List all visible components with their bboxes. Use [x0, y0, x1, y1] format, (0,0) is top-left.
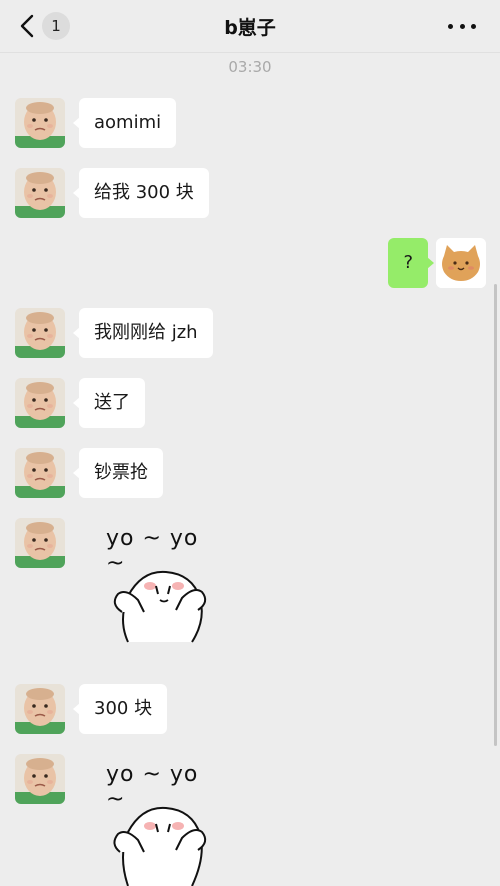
contact-avatar[interactable]: [15, 98, 65, 148]
message-bubble[interactable]: 300 块: [72, 684, 168, 734]
baby-photo-avatar: [15, 518, 65, 568]
scrollbar[interactable]: [494, 284, 497, 746]
more-dot: [448, 23, 453, 29]
message-bubble[interactable]: 钞票抢: [73, 448, 163, 498]
message-bubble[interactable]: 送了: [73, 378, 145, 428]
sticker-message[interactable]: yo ~ yo ~: [100, 522, 220, 650]
message-bubble[interactable]: 给我 300 块: [73, 168, 209, 218]
contact-avatar[interactable]: [15, 754, 65, 804]
message-bubble-outgoing[interactable]: ?: [388, 238, 434, 288]
nav-bar: 1 b崽子: [0, 0, 500, 53]
baby-photo-avatar: [15, 308, 65, 358]
more-dot: [459, 23, 465, 29]
contact-avatar[interactable]: [15, 308, 65, 358]
chat-title: b崽子: [224, 17, 276, 39]
message-bubble[interactable]: aomimi: [72, 98, 177, 148]
message-timestamp: 03:30: [228, 58, 272, 76]
baby-photo-avatar: [15, 448, 65, 498]
more-dot: [471, 23, 476, 29]
contact-avatar[interactable]: [15, 518, 65, 568]
baby-photo-avatar: [15, 98, 65, 148]
contact-avatar[interactable]: [15, 168, 65, 218]
contact-avatar[interactable]: [15, 448, 65, 498]
contact-avatar[interactable]: [15, 684, 65, 734]
baby-photo-avatar: [15, 754, 65, 804]
blushing-bun-character: [113, 570, 207, 643]
more-options-button[interactable]: [448, 18, 476, 34]
baby-photo-avatar: [15, 378, 65, 428]
message-bubble[interactable]: 我刚刚给 jzh: [73, 308, 213, 358]
baby-photo-avatar: [15, 168, 65, 218]
cat-bun-avatar: [436, 238, 486, 288]
blushing-bun-character: [113, 806, 207, 886]
baby-photo-avatar: [15, 684, 65, 734]
sticker-message[interactable]: yo ~ yo ~: [100, 758, 220, 886]
contact-avatar[interactable]: [15, 378, 65, 428]
my-avatar[interactable]: [436, 238, 486, 288]
